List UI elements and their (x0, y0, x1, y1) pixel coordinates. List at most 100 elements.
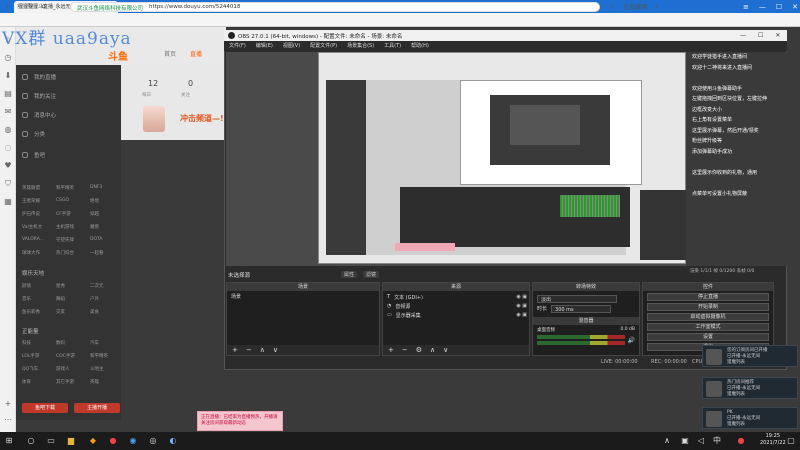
move-up-icon[interactable]: ∧ (430, 346, 435, 354)
ime-icon[interactable]: 中 (712, 436, 722, 446)
category-link[interactable]: 汽车 (90, 340, 120, 346)
obs-menu-item[interactable]: 编辑(E) (256, 42, 273, 50)
nav-live[interactable]: 直播 (190, 49, 202, 58)
task-view-icon[interactable]: ▭ (46, 436, 56, 446)
category-link[interactable]: COC手游 (56, 353, 90, 359)
start-icon[interactable]: ⊞ (4, 436, 14, 446)
add-scene-icon[interactable]: + (232, 346, 238, 354)
obs-close-icon[interactable]: ✕ (775, 32, 780, 39)
properties-button[interactable]: 属性 (341, 271, 358, 278)
search-box[interactable]: 在此搜索 (623, 2, 647, 11)
category-link[interactable]: 体育 (22, 379, 56, 385)
app-icon[interactable]: ● (108, 436, 118, 446)
browser-icon[interactable]: ◉ (128, 436, 138, 446)
obs-minimize-icon[interactable]: — (740, 32, 746, 39)
remove-source-icon[interactable]: − (402, 346, 408, 354)
category-link[interactable]: 和平精英 (56, 185, 90, 191)
minimize-icon[interactable]: — (759, 3, 766, 11)
transition-select[interactable]: 淡出 (537, 295, 617, 303)
notification-center-icon[interactable]: ▢ (786, 436, 796, 446)
category-link[interactable]: 舞蹈 (56, 296, 90, 302)
category-link[interactable]: 绝地 (90, 198, 120, 204)
sidebar-item-category[interactable]: 分类 (22, 130, 45, 138)
network-icon[interactable]: ▣ (680, 436, 690, 446)
obs-menu-item[interactable]: 文件(F) (229, 42, 246, 50)
nav-home[interactable]: 首页 (164, 49, 176, 58)
category-link[interactable]: 音乐 (22, 296, 56, 302)
sidebar-item-fishbar[interactable]: 鱼吧 (22, 151, 45, 159)
category-link[interactable]: CF手游 (56, 211, 90, 217)
avatar[interactable] (143, 106, 165, 132)
game-icon[interactable]: ♥ (3, 161, 13, 171)
category-link[interactable]: CSGO (56, 198, 90, 204)
sidebar-item-follow[interactable]: 我的关注 (22, 92, 56, 100)
obs-menu-item[interactable]: 帮助(H) (411, 42, 429, 50)
category-link[interactable]: LOL手游 (22, 353, 56, 359)
downloads-icon[interactable]: ⬇ (3, 71, 13, 81)
obs-icon[interactable]: ◎ (148, 436, 158, 446)
search-icon[interactable]: ⌕ (655, 3, 658, 11)
move-down-icon[interactable]: ∨ (273, 346, 278, 354)
category-link[interactable]: 斗地主 (90, 366, 120, 372)
category-link[interactable]: DOTA (90, 237, 120, 243)
mail-icon[interactable]: ✉ (3, 107, 13, 117)
stop-streaming-button[interactable]: 停止直播 (647, 293, 769, 301)
site-logo[interactable]: 斗鱼 (108, 48, 128, 63)
category-link[interactable]: VALORA... (22, 237, 56, 243)
obs-menu-item[interactable]: 视图(V) (283, 42, 300, 50)
remove-scene-icon[interactable]: − (246, 346, 252, 354)
search-icon[interactable]: ○ (26, 436, 36, 446)
category-link[interactable]: 交友 (56, 309, 90, 315)
back-icon[interactable]: ‹ (6, 2, 9, 10)
category-link[interactable]: 鱼乐新秀 (22, 309, 56, 315)
eye-icon[interactable]: ◉ ▣ (516, 294, 527, 300)
shop-icon[interactable]: ⛉ (3, 179, 13, 189)
category-link[interactable]: 二次元 (90, 283, 120, 289)
source-settings-icon[interactable]: ⚙ (416, 346, 422, 354)
category-link[interactable]: 星秀 (56, 283, 90, 289)
category-link[interactable]: 守望先锋 (56, 237, 90, 243)
category-link[interactable]: 炉石传说 (22, 211, 56, 217)
favorite-icon[interactable]: ☆ (610, 3, 615, 10)
history-icon[interactable]: ◷ (3, 53, 13, 63)
category-link[interactable]: 热门综合 (56, 250, 90, 256)
app-icon[interactable]: ◆ (88, 436, 98, 446)
weibo-icon[interactable]: ◍ (3, 125, 13, 135)
category-link[interactable]: 一起看 (90, 250, 120, 256)
refresh-icon[interactable]: ↻ (28, 2, 34, 10)
move-down-icon[interactable]: ∨ (443, 346, 448, 354)
doc-icon[interactable]: ▦ (3, 197, 13, 207)
category-link[interactable]: 魔兽 (90, 224, 120, 230)
chat-icon[interactable]: ◌ (3, 143, 13, 153)
notification-toast[interactable]: 热门房间推荐 已开播-永远无间 猎魔列表 (702, 377, 798, 399)
add-icon[interactable]: + (3, 399, 13, 409)
volume-slider[interactable] (537, 341, 625, 345)
sidebar-item-messages[interactable]: 消息中心 (22, 111, 56, 119)
speaker-icon[interactable]: 🔊 (628, 337, 635, 344)
tray-up-icon[interactable]: ∧ (662, 436, 672, 446)
category-link[interactable]: 数码 (56, 340, 90, 346)
start-stream-button[interactable]: 主播开播 (74, 403, 120, 413)
close-icon[interactable]: ✕ (792, 3, 798, 11)
home-icon[interactable]: ⌂ (42, 2, 46, 10)
obs-menu-item[interactable]: 场景集合(S) (347, 42, 374, 50)
eye-icon[interactable]: ◉ ▣ (516, 312, 527, 318)
clock[interactable]: 19:25 2021/7/22 (760, 433, 786, 447)
category-link[interactable]: 穿越 (90, 211, 120, 217)
category-link[interactable]: 球球大作 (22, 250, 56, 256)
forward-icon[interactable]: › (17, 2, 20, 10)
volume-icon[interactable]: ◁ (696, 436, 706, 446)
start-recording-button[interactable]: 开始录制 (647, 303, 769, 311)
duration-field[interactable]: 时长 300 ms (537, 305, 612, 313)
source-item[interactable]: ◔ 音频源 ◉ ▣ (385, 302, 527, 310)
obs-maximize-icon[interactable]: ☐ (758, 32, 763, 39)
category-link[interactable]: 英雄联盟 (22, 185, 56, 191)
sidebar-item-mylive[interactable]: 我的直播 (22, 73, 56, 81)
add-source-icon[interactable]: + (388, 346, 394, 354)
source-item[interactable]: ▭ 显示器采集 ◉ ▣ (385, 311, 527, 319)
obs-menu-item[interactable]: 配置文件(P) (310, 42, 337, 50)
settings-button[interactable]: 设置 (647, 333, 769, 341)
explorer-icon[interactable]: ▆ (66, 436, 76, 446)
download-app-button[interactable]: 鱼吧下载 (22, 403, 68, 413)
category-link[interactable]: Val主机大 (22, 224, 56, 230)
